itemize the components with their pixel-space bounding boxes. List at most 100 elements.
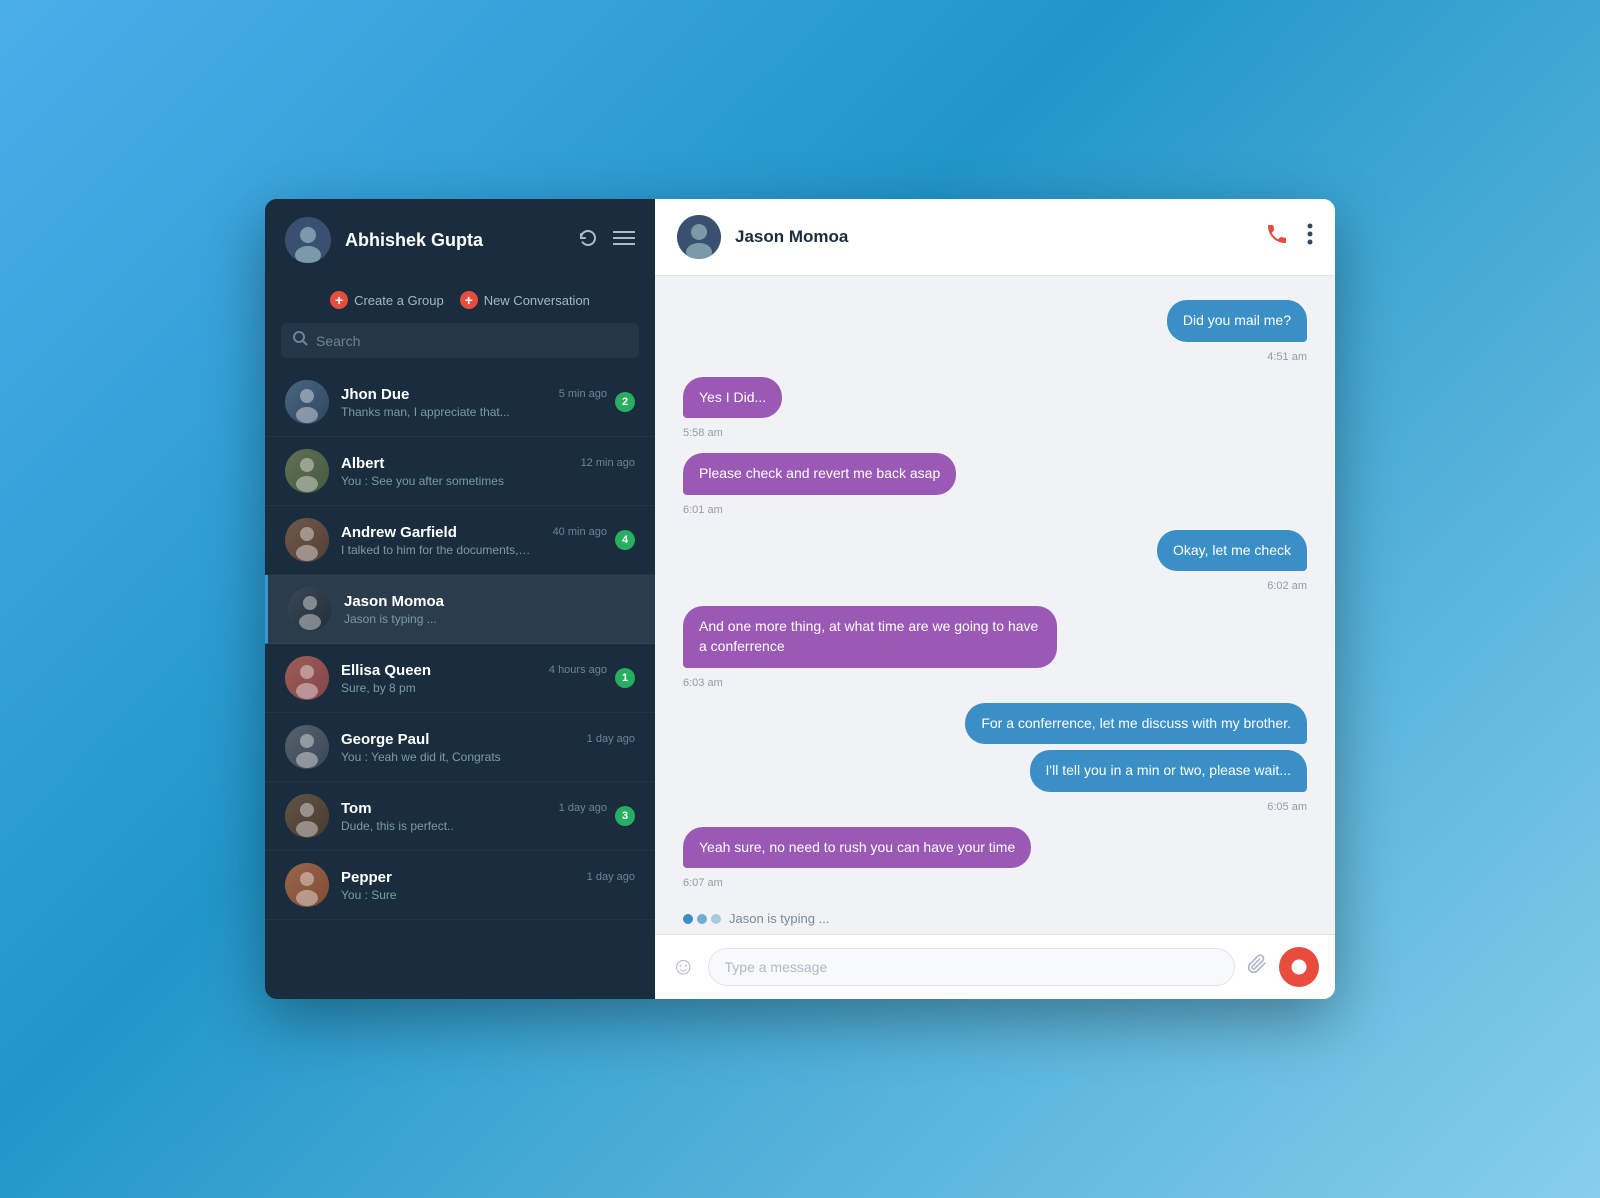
contact-info-albert: Albert 12 min ago You : See you after some… [341,455,635,488]
app-container: Abhishek Gupta [265,199,1335,999]
refresh-icon[interactable] [577,227,599,253]
message-time-m5: 6:03 am [683,677,1307,689]
contact-item-pepper[interactable]: Pepper 1 day ago You : Sure [265,851,655,920]
message-input[interactable] [708,948,1235,986]
contact-time-albert: 12 min ago [581,457,635,469]
contact-name-andrew-garfield: Andrew Garfield [341,524,457,541]
contact-badge-jhon-due: 2 [615,392,635,412]
contact-preview-george-paul: You : Yeah we did it, Congrats [341,750,531,764]
contact-avatar-jason-momoa [288,587,332,631]
menu-icon[interactable] [613,230,635,250]
typing-dot-2 [697,914,707,924]
contact-info-pepper: Pepper 1 day ago You : Sure [341,869,635,902]
sidebar: Abhishek Gupta [265,199,655,999]
contact-preview-pepper: You : Sure [341,888,531,902]
contact-badge-ellisa-queen: 1 [615,668,635,688]
contact-name-albert: Albert [341,455,384,472]
send-button[interactable] [1279,947,1319,987]
phone-icon[interactable] [1265,222,1289,252]
contact-badge-tom: 3 [615,806,635,826]
message-row-m3: Please check and revert me back asap [683,453,1307,495]
contact-avatar-andrew-garfield [285,518,329,562]
username: Abhishek Gupta [345,230,577,251]
contact-info-andrew-garfield: Andrew Garfield40 min agoI talked to him… [341,524,607,557]
message-bubble-m3: Please check and revert me back asap [683,453,956,495]
typing-text: Jason is typing ... [729,911,829,926]
contact-list: Jhon Due 5 min ago Thanks man, I appreciat… [265,368,655,999]
contact-time-ellisa-queen: 4 hours ago [549,664,607,676]
contact-avatar-tom [285,794,329,838]
contact-info-tom: Tom1 day agoDude, this is perfect.. [341,800,607,833]
message-bubble-m5: And one more thing, at what time are we … [683,606,1057,667]
contact-preview-andrew-garfield: I talked to him for the documents, she s… [341,543,531,557]
contact-name-pepper: Pepper [341,869,392,886]
message-bubble-m7: I'll tell you in a min or two, please wa… [1030,750,1307,792]
contact-avatar-pepper [285,863,329,907]
message-time-m1: 4:51 am [683,351,1307,363]
new-conversation-label: New Conversation [484,293,590,308]
header-icons [577,227,635,253]
message-bubble-m1: Did you mail me? [1167,300,1307,342]
user-avatar [285,217,331,263]
message-row-m5: And one more thing, at what time are we … [683,606,1307,667]
contact-info-george-paul: George Paul 1 day ago You : Yeah we did it… [341,731,635,764]
create-group-label: Create a Group [354,293,444,308]
contact-preview-ellisa-queen: Sure, by 8 pm [341,681,531,695]
sidebar-header: Abhishek Gupta [265,199,655,281]
message-time-m4: 6:02 am [683,580,1307,592]
contact-preview-albert: You : See you after sometimes [341,474,531,488]
contact-item-jhon-due[interactable]: Jhon Due 5 min ago Thanks man, I appreciat… [265,368,655,437]
create-group-button[interactable]: + Create a Group [330,291,444,309]
contact-preview-jason-momoa: Jason is typing ... [344,612,534,626]
contact-name-jhon-due: Jhon Due [341,386,409,403]
contact-time-jhon-due: 5 min ago [559,388,607,400]
new-conversation-button[interactable]: + New Conversation [460,291,590,309]
chat-input-bar: ☺ [655,934,1335,999]
action-buttons: + Create a Group + New Conversation [265,281,655,323]
contact-time-pepper: 1 day ago [587,871,635,883]
message-time-m7: 6:05 am [683,801,1307,813]
typing-dots [683,914,721,924]
more-options-icon[interactable] [1307,223,1313,251]
contact-name-tom: Tom [341,800,372,817]
messages-area: Did you mail me? 4:51 am Yes I Did... 5:58 … [655,276,1335,903]
contact-preview-tom: Dude, this is perfect.. [341,819,531,833]
message-row-m4: Okay, let me check [683,530,1307,572]
message-bubble-m6: For a conferrence, let me discuss with m… [965,703,1307,745]
attach-button[interactable] [1247,954,1267,980]
chat-panel: Jason Momoa Did you mail me? 4:51 am Yes I… [655,199,1335,999]
message-bubble-m2: Yes I Did... [683,377,782,419]
create-group-plus-icon: + [330,291,348,309]
emoji-button[interactable]: ☺ [671,953,696,981]
message-bubble-m4: Okay, let me check [1157,530,1307,572]
contact-name-jason-momoa: Jason Momoa [344,593,444,610]
search-icon [293,331,308,350]
message-row-m7: I'll tell you in a min or two, please wa… [683,750,1307,792]
typing-dot-3 [711,914,721,924]
message-row-m1: Did you mail me? [683,300,1307,342]
contact-name-george-paul: George Paul [341,731,429,748]
contact-name-ellisa-queen: Ellisa Queen [341,662,431,679]
chat-contact-avatar [677,215,721,259]
contact-avatar-jhon-due [285,380,329,424]
contact-time-george-paul: 1 day ago [587,733,635,745]
typing-indicator: Jason is typing ... [655,903,1335,934]
chat-header: Jason Momoa [655,199,1335,276]
contact-item-ellisa-queen[interactable]: Ellisa Queen 4 hours ago Sure, by 8 pm 1 [265,644,655,713]
contact-item-tom[interactable]: Tom1 day agoDude, this is perfect.. 3 [265,782,655,851]
contact-item-george-paul[interactable]: George Paul 1 day ago You : Yeah we did it… [265,713,655,782]
message-time-m8: 6:07 am [683,877,1307,889]
chat-header-icons [1265,222,1313,252]
contact-info-jhon-due: Jhon Due 5 min ago Thanks man, I appreciat… [341,386,607,419]
message-time-m2: 5:58 am [683,427,1307,439]
contact-avatar-george-paul [285,725,329,769]
search-input[interactable] [316,333,627,349]
message-row-m2: Yes I Did... [683,377,1307,419]
contact-preview-jhon-due: Thanks man, I appreciate that... [341,405,531,419]
contact-item-albert[interactable]: Albert 12 min ago You : See you after some… [265,437,655,506]
typing-dot-1 [683,914,693,924]
contact-avatar-albert [285,449,329,493]
contact-item-andrew-garfield[interactable]: Andrew Garfield40 min agoI talked to him… [265,506,655,575]
contact-info-ellisa-queen: Ellisa Queen 4 hours ago Sure, by 8 pm [341,662,607,695]
contact-item-jason-momoa[interactable]: Jason Momoa Jason is typing ... [265,575,655,644]
